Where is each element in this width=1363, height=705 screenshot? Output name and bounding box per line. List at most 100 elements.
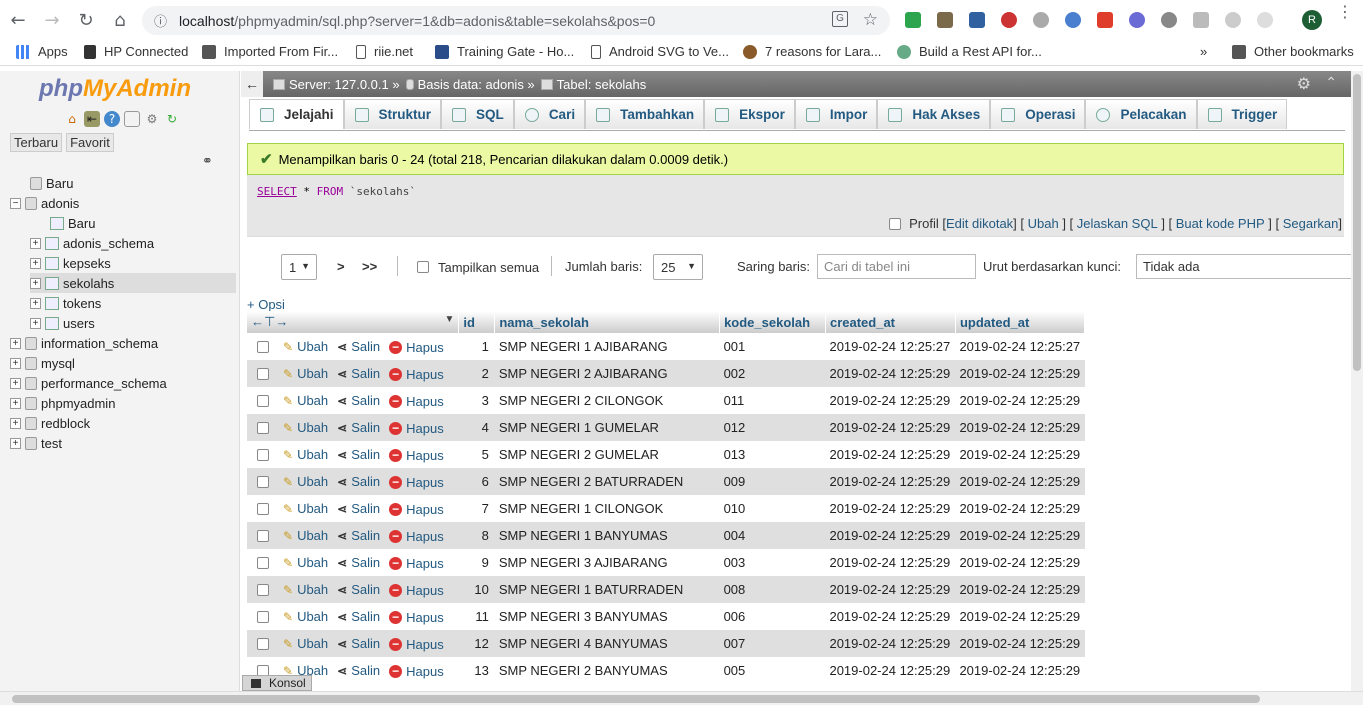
cell-updated-at[interactable]: 2019-02-24 12:25:29 <box>955 441 1085 468</box>
cell-updated-at[interactable]: 2019-02-24 12:25:29 <box>955 468 1085 495</box>
copy-row-button[interactable]: ⋖ Salin <box>337 393 380 408</box>
edit-row-button[interactable]: ✎ Ubah <box>283 528 328 543</box>
translate-icon[interactable]: G <box>832 11 848 27</box>
edit-row-button[interactable]: ✎ Ubah <box>283 339 328 354</box>
copy-row-button[interactable]: ⋖ Salin <box>337 663 380 678</box>
refresh-link[interactable]: Segarkan <box>1283 216 1339 231</box>
cell-id[interactable]: 10 <box>458 576 495 603</box>
cell-nama-sekolah[interactable]: SMP NEGERI 1 AJIBARANG <box>494 333 720 360</box>
cell-id[interactable]: 1 <box>458 333 495 360</box>
expand-icon[interactable]: + <box>10 377 21 389</box>
column-header-nama-sekolah[interactable]: nama_sekolah <box>494 311 721 333</box>
edit-row-button[interactable]: ✎ Ubah <box>283 636 328 651</box>
tree-database-performance-schema[interactable]: + performance_schema <box>10 373 167 393</box>
copy-row-button[interactable]: ⋖ Salin <box>337 474 380 489</box>
expand-icon[interactable]: + <box>30 317 41 329</box>
home-icon[interactable]: ⌂ <box>104 4 136 36</box>
browser-menu-icon[interactable]: ⋮ <box>1337 4 1353 20</box>
row-checkbox[interactable] <box>257 584 269 597</box>
edit-inline-link[interactable]: Edit dikotak <box>946 216 1013 231</box>
edit-row-button[interactable]: ✎ Ubah <box>283 555 328 570</box>
delete-row-button[interactable]: − Hapus <box>389 583 444 598</box>
cell-updated-at[interactable]: 2019-02-24 12:25:29 <box>955 549 1085 576</box>
sort-key-select[interactable]: Tidak ada <box>1136 254 1361 279</box>
cell-updated-at[interactable]: 2019-02-24 12:25:29 <box>955 522 1085 549</box>
cell-id[interactable]: 8 <box>458 522 495 549</box>
copy-row-button[interactable]: ⋖ Salin <box>337 501 380 516</box>
cell-kode-sekolah[interactable]: 005 <box>719 657 826 684</box>
cell-created-at[interactable]: 2019-02-24 12:25:29 <box>825 603 956 630</box>
cell-nama-sekolah[interactable]: SMP NEGERI 2 BATURRADEN <box>494 468 720 495</box>
extension-icon[interactable] <box>1129 12 1145 28</box>
page-select[interactable]: 1 ▼ <box>281 254 317 280</box>
cell-created-at[interactable]: 2019-02-24 12:25:27 <box>825 333 956 360</box>
row-checkbox[interactable] <box>257 530 269 543</box>
extension-icon[interactable] <box>1033 12 1049 28</box>
bookmark-item[interactable]: riie.net <box>356 44 413 59</box>
column-resize-controls[interactable]: ←⊤→ ▼ <box>247 311 460 333</box>
tree-new-table[interactable]: Baru <box>50 213 95 233</box>
cell-id[interactable]: 11 <box>458 603 495 630</box>
tab-tracking[interactable]: Pelacakan <box>1085 99 1197 129</box>
cell-updated-at[interactable]: 2019-02-24 12:25:29 <box>955 360 1085 387</box>
console-toggle[interactable]: Konsol <box>242 675 312 691</box>
cell-nama-sekolah[interactable]: SMP NEGERI 2 AJIBARANG <box>494 360 720 387</box>
explain-sql-link[interactable]: Jelaskan SQL <box>1077 216 1158 231</box>
cell-id[interactable]: 9 <box>458 549 495 576</box>
cell-id[interactable]: 12 <box>458 630 495 657</box>
tree-new-database[interactable]: Baru <box>30 173 73 193</box>
cell-created-at[interactable]: 2019-02-24 12:25:29 <box>825 495 956 522</box>
cell-updated-at[interactable]: 2019-02-24 12:25:29 <box>955 387 1085 414</box>
cell-created-at[interactable]: 2019-02-24 12:25:29 <box>825 468 956 495</box>
exit-icon[interactable]: ⇤ <box>84 111 100 127</box>
copy-row-button[interactable]: ⋖ Salin <box>337 339 380 354</box>
tab-triggers[interactable]: Trigger <box>1196 99 1288 129</box>
copy-row-button[interactable]: ⋖ Salin <box>337 636 380 651</box>
cell-kode-sekolah[interactable]: 004 <box>719 522 826 549</box>
tab-recent[interactable]: Terbaru <box>10 133 63 152</box>
cell-updated-at[interactable]: 2019-02-24 12:25:29 <box>955 630 1085 657</box>
cell-nama-sekolah[interactable]: SMP NEGERI 2 GUMELAR <box>494 441 720 468</box>
tree-database-phpmyadmin[interactable]: + phpmyadmin <box>10 393 115 413</box>
cell-kode-sekolah[interactable]: 008 <box>719 576 826 603</box>
cell-created-at[interactable]: 2019-02-24 12:25:29 <box>825 387 956 414</box>
extension-icon[interactable] <box>1257 12 1273 28</box>
expand-icon[interactable]: + <box>10 357 21 369</box>
row-checkbox[interactable] <box>257 638 269 651</box>
edit-row-button[interactable]: ✎ Ubah <box>283 366 328 381</box>
reload-icon[interactable]: ↻ <box>164 111 180 127</box>
settings-icon[interactable]: ⚙ <box>1297 74 1311 94</box>
profile-checkbox[interactable] <box>889 217 902 230</box>
edit-row-button[interactable]: ✎ Ubah <box>283 420 328 435</box>
tab-structure[interactable]: Struktur <box>343 99 442 129</box>
cell-created-at[interactable]: 2019-02-24 12:25:29 <box>825 657 956 684</box>
tab-sql[interactable]: SQL <box>441 99 514 129</box>
cell-nama-sekolah[interactable]: SMP NEGERI 1 CILONGOK <box>494 495 720 522</box>
expand-icon[interactable]: + <box>10 337 21 349</box>
edit-row-button[interactable]: ✎ Ubah <box>283 609 328 624</box>
rows-per-page-select[interactable]: 25 ▼ <box>653 254 703 280</box>
cell-kode-sekolah[interactable]: 010 <box>719 495 826 522</box>
breadcrumb-database[interactable]: Basis data: adonis » <box>405 77 535 92</box>
column-header-updated-at[interactable]: updated_at <box>955 311 1086 333</box>
delete-row-button[interactable]: − Hapus <box>389 367 444 382</box>
row-checkbox[interactable] <box>257 476 269 489</box>
tree-database-adonis[interactable]: − adonis <box>10 193 79 213</box>
cell-nama-sekolah[interactable]: SMP NEGERI 2 BANYUMAS <box>494 657 720 684</box>
cell-nama-sekolah[interactable]: SMP NEGERI 2 CILONGOK <box>494 387 720 414</box>
cell-kode-sekolah[interactable]: 003 <box>719 549 826 576</box>
tree-table-sekolahs[interactable]: + sekolahs <box>30 273 236 293</box>
tab-insert[interactable]: Tambahkan <box>585 99 705 129</box>
sql-keyword-select[interactable]: SELECT <box>257 185 297 198</box>
bookmark-item[interactable]: 7 reasons for Lara... <box>743 44 881 59</box>
collapse-sidebar-icon[interactable]: ← <box>241 71 263 97</box>
tree-table-tokens[interactable]: + tokens <box>30 293 101 313</box>
delete-row-button[interactable]: − Hapus <box>389 529 444 544</box>
bookmark-apps[interactable]: Apps <box>16 44 68 59</box>
bookmark-item[interactable]: Build a Rest API for... <box>897 44 1042 59</box>
cell-created-at[interactable]: 2019-02-24 12:25:29 <box>825 549 956 576</box>
cell-nama-sekolah[interactable]: SMP NEGERI 4 BANYUMAS <box>494 630 720 657</box>
edit-row-button[interactable]: ✎ Ubah <box>283 393 328 408</box>
tab-privileges[interactable]: Hak Akses <box>877 99 991 129</box>
cell-kode-sekolah[interactable]: 012 <box>719 414 826 441</box>
